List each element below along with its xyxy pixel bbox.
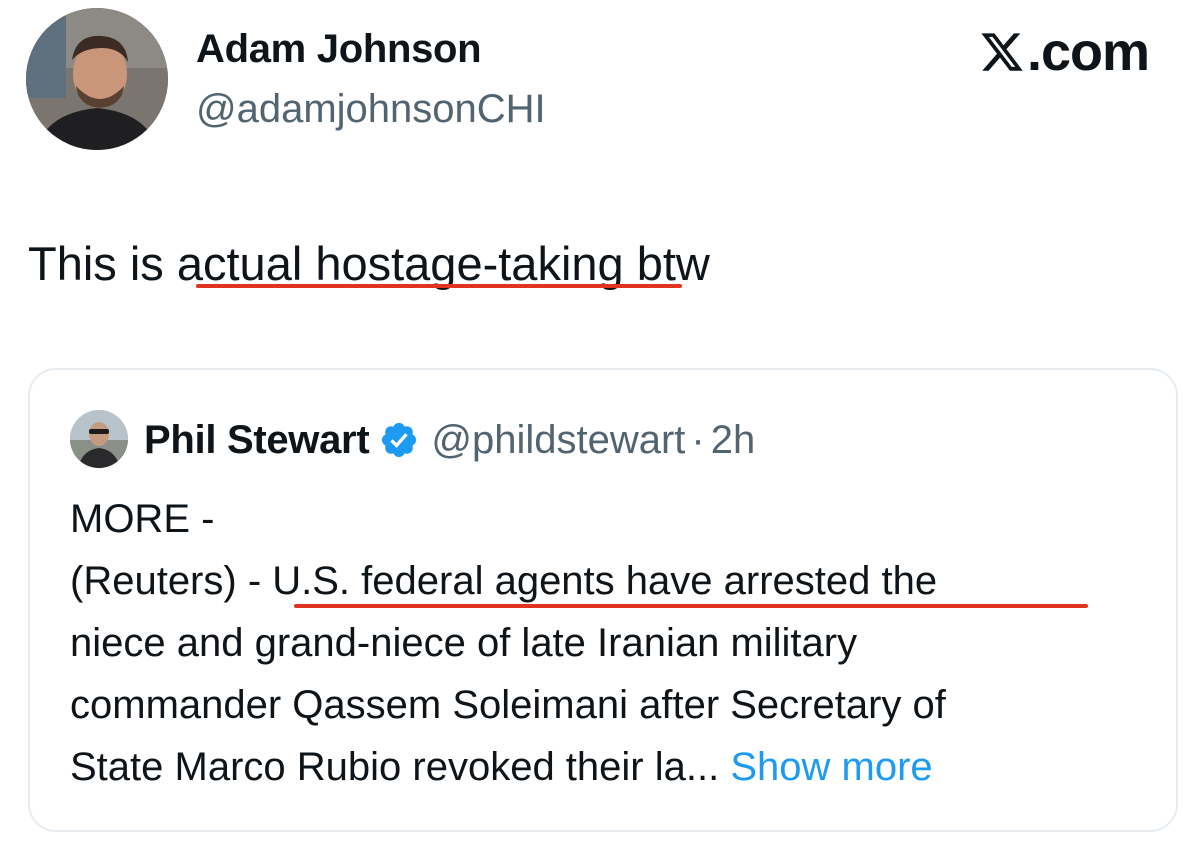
quoted-tweet-body: MORE - (Reuters) - U.S. federal agents h… xyxy=(70,488,1150,798)
header-separator: · xyxy=(691,417,705,462)
tweet-text-highlight: actual hostage-taking xyxy=(176,237,624,290)
tweet-text-start: This is xyxy=(28,237,177,290)
tweet-text-end: btw xyxy=(623,237,710,290)
quoted-tweet-line: commander Qassem Soleimani after Secreta… xyxy=(70,683,946,727)
quoted-tweet-timestamp[interactable]: 2h xyxy=(711,418,756,463)
quoted-tweet-line: niece and grand-niece of late Iranian mi… xyxy=(70,621,858,665)
author-name[interactable]: Adam Johnson xyxy=(196,24,482,74)
brand-watermark: .com xyxy=(979,22,1150,82)
quoted-tweet-line: (Reuters) - U.S. federal agents have arr… xyxy=(70,559,938,603)
annotation-underline-tweet xyxy=(196,284,682,288)
show-more-link[interactable]: Show more xyxy=(730,745,932,789)
author-avatar-image xyxy=(26,8,168,150)
verified-badge-icon xyxy=(379,420,419,460)
x-logo-icon xyxy=(979,29,1025,75)
quoted-tweet-line: MORE - xyxy=(70,497,215,541)
quoted-author-avatar[interactable] xyxy=(70,410,128,468)
quoted-tweet-line-last: State Marco Rubio revoked their la... Sh… xyxy=(70,736,1150,798)
quoted-tweet-truncated-text: State Marco Rubio revoked their la... xyxy=(70,745,720,789)
quoted-author-handle[interactable]: @phildstewart xyxy=(431,418,685,463)
quoted-author-name[interactable]: Phil Stewart xyxy=(144,418,370,463)
quoted-tweet-card[interactable]: Phil Stewart @phildstewart · 2h MORE - (… xyxy=(28,368,1178,832)
annotation-underline-quote xyxy=(294,604,1088,608)
author-handle[interactable]: @adamjohnsonCHI xyxy=(196,84,546,134)
quoted-tweet-header: Phil Stewart @phildstewart · 2h xyxy=(144,412,755,468)
author-avatar[interactable] xyxy=(26,8,168,150)
quoted-author-avatar-image xyxy=(70,410,128,468)
brand-domain: .com xyxy=(1026,22,1150,82)
